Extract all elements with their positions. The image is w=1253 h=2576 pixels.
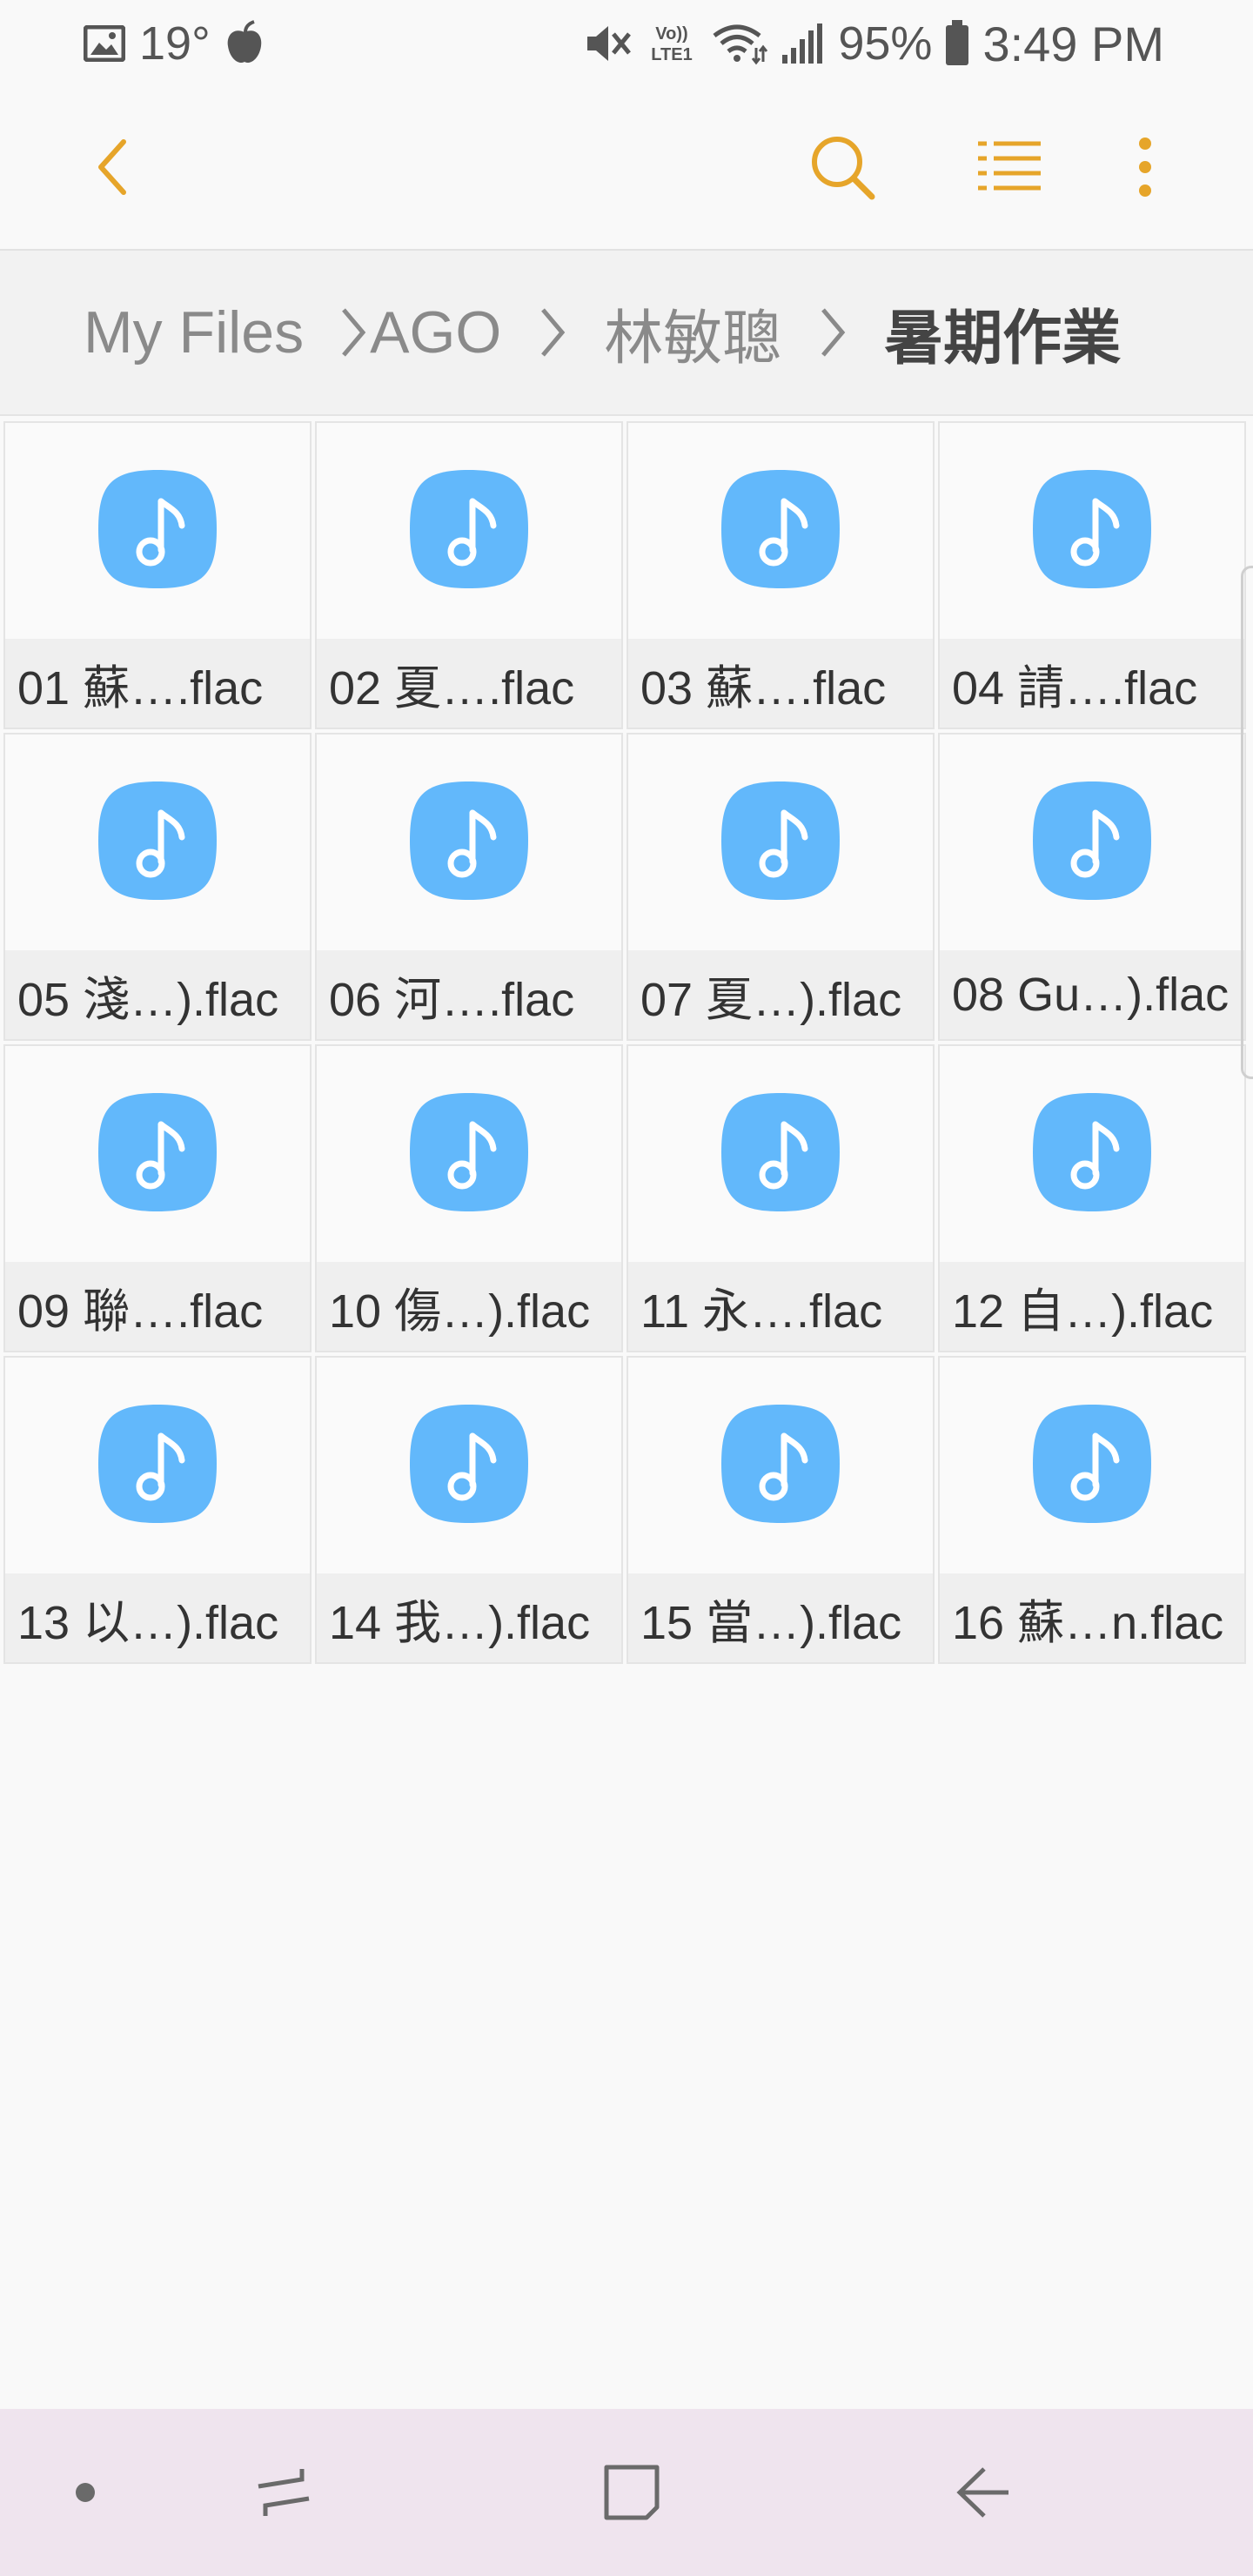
- file-name-label: 16 蘇…n.flac: [940, 1573, 1244, 1662]
- file-name-label: 08 Gu…).flac: [940, 950, 1244, 1039]
- breadcrumb-my-files[interactable]: My Files: [84, 299, 304, 366]
- battery-percent: 95%: [838, 17, 933, 70]
- list-view-icon[interactable]: [966, 124, 1053, 211]
- svg-text:LTE1: LTE1: [652, 45, 693, 64]
- temperature-text: 19°: [139, 17, 211, 70]
- chevron-right-icon: [820, 306, 846, 359]
- scrollbar-handle[interactable]: [1241, 566, 1253, 1079]
- breadcrumb-ago[interactable]: AGO: [370, 299, 501, 366]
- file-grid: 01 蘇….flac 02 夏….flac 03 蘇….flac 04 請….flac…: [3, 421, 1250, 1664]
- mute-icon: [584, 22, 633, 65]
- music-note-icon: [97, 1403, 218, 1525]
- file-name-label: 12 自…).flac: [940, 1262, 1244, 1351]
- home-icon[interactable]: [588, 2449, 675, 2536]
- music-note-icon: [97, 468, 218, 590]
- svg-text:Vo)): Vo)): [656, 24, 688, 44]
- recents-icon[interactable]: [240, 2449, 327, 2536]
- music-note-icon: [408, 780, 530, 902]
- breadcrumb: My Files AGO 林敏聰 暑期作業: [0, 251, 1253, 416]
- music-note-icon: [720, 468, 841, 590]
- navigation-bar: [0, 2409, 1253, 2576]
- file-tile[interactable]: 12 自…).flac: [938, 1044, 1246, 1352]
- file-tile[interactable]: 03 蘇….flac: [626, 421, 935, 729]
- music-note-icon: [1031, 1091, 1153, 1213]
- file-tile[interactable]: 13 以…).flac: [3, 1356, 312, 1664]
- breadcrumb-artist[interactable]: 林敏聰: [604, 290, 781, 376]
- file-name-label: 02 夏….flac: [317, 639, 621, 728]
- wifi-icon: [711, 22, 768, 65]
- music-note-icon: [720, 1403, 841, 1525]
- file-name-label: 03 蘇….flac: [628, 639, 933, 728]
- file-name-label: 13 以…).flac: [5, 1573, 310, 1662]
- file-name-label: 14 我…).flac: [317, 1573, 621, 1662]
- file-tile[interactable]: 04 請….flac: [938, 421, 1246, 729]
- file-tile[interactable]: 11 永….flac: [626, 1044, 935, 1352]
- music-note-icon: [408, 1091, 530, 1213]
- music-note-icon: [720, 780, 841, 902]
- music-note-icon: [408, 1403, 530, 1525]
- weather-icon: [224, 20, 265, 67]
- music-note-icon: [1031, 1403, 1153, 1525]
- file-tile[interactable]: 01 蘇….flac: [3, 421, 312, 729]
- battery-icon: [944, 20, 970, 67]
- back-icon[interactable]: [940, 2449, 1027, 2536]
- app-toolbar: [0, 87, 1253, 251]
- file-name-label: 04 請….flac: [940, 639, 1244, 728]
- file-tile[interactable]: 15 當…).flac: [626, 1356, 935, 1664]
- more-options-icon[interactable]: [1102, 124, 1189, 211]
- file-tile[interactable]: 06 河….flac: [315, 733, 623, 1041]
- file-name-label: 09 聯….flac: [5, 1262, 310, 1351]
- dot-icon[interactable]: [42, 2449, 129, 2536]
- file-name-label: 07 夏…).flac: [628, 950, 933, 1039]
- music-note-icon: [1031, 780, 1153, 902]
- file-name-label: 10 傷…).flac: [317, 1262, 621, 1351]
- file-name-label: 01 蘇….flac: [5, 639, 310, 728]
- signal-icon: [781, 22, 826, 65]
- music-note-icon: [408, 468, 530, 590]
- file-tile[interactable]: 16 蘇…n.flac: [938, 1356, 1246, 1664]
- file-tile[interactable]: 09 聯….flac: [3, 1044, 312, 1352]
- file-tile[interactable]: 10 傷…).flac: [315, 1044, 623, 1352]
- file-tile[interactable]: 08 Gu…).flac: [938, 733, 1246, 1041]
- file-tile[interactable]: 14 我…).flac: [315, 1356, 623, 1664]
- search-icon[interactable]: [799, 124, 886, 211]
- file-tile[interactable]: 07 夏…).flac: [626, 733, 935, 1041]
- file-name-label: 05 淺…).flac: [5, 950, 310, 1039]
- file-tile[interactable]: 05 淺…).flac: [3, 733, 312, 1041]
- file-name-label: 06 河….flac: [317, 950, 621, 1039]
- file-name-label: 11 永….flac: [628, 1262, 933, 1351]
- status-bar: 19° Vo)) LTE1 95% 3:49 PM: [0, 0, 1253, 87]
- music-note-icon: [1031, 468, 1153, 590]
- gallery-icon: [84, 25, 125, 62]
- back-arrow-icon[interactable]: [70, 124, 157, 211]
- music-note-icon: [97, 1091, 218, 1213]
- clock-time: 3:49 PM: [982, 16, 1164, 71]
- volte-icon: Vo)) LTE1: [645, 22, 699, 65]
- file-tile[interactable]: 02 夏….flac: [315, 421, 623, 729]
- chevron-right-icon: [539, 306, 566, 359]
- music-note-icon: [720, 1091, 841, 1213]
- music-note-icon: [97, 780, 218, 902]
- file-name-label: 15 當…).flac: [628, 1573, 933, 1662]
- chevron-right-icon: [340, 306, 366, 359]
- breadcrumb-current-folder: 暑期作業: [884, 305, 1122, 372]
